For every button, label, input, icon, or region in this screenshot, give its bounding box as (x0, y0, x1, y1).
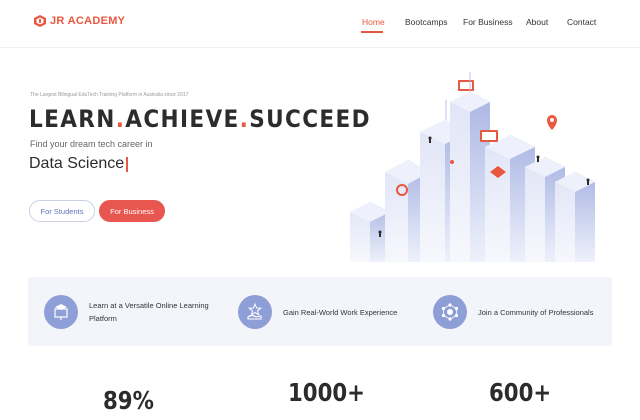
headline-dot: . (239, 105, 250, 133)
hand-star-icon (238, 295, 272, 329)
hero-headline: LEARN.ACHIEVE.SUCCEED (29, 105, 371, 133)
for-business-button[interactable]: For Business (99, 200, 165, 222)
feature-label: Learn at a Versatile Online Learning Pla… (89, 301, 209, 323)
logo-icon (34, 15, 46, 27)
hero-subline: Find your dream tech career in (30, 139, 153, 149)
site-header: JR ACADEMY Home Bootcamps For Business A… (0, 0, 640, 48)
typing-cursor (126, 156, 129, 172)
hero-city-illustration (350, 72, 595, 262)
features-strip: Learn at a Versatile Online Learning Pla… (28, 277, 612, 346)
stat-value: 89% (103, 386, 154, 415)
community-network-icon (433, 295, 467, 329)
graduation-board-icon (44, 295, 78, 329)
nav-contact[interactable]: Contact (567, 17, 596, 27)
headline-word-achieve: ACHIEVE (125, 105, 240, 133)
nav-for-business[interactable]: For Business (463, 17, 513, 27)
nav-active-underline (361, 31, 383, 33)
feature-item: Gain Real-World Work Experience (238, 291, 397, 333)
feature-item: Join a Community of Professionals (433, 291, 593, 333)
stat-value: 600+ (489, 378, 552, 407)
headline-word-learn: LEARN (29, 105, 116, 133)
nav-about[interactable]: About (526, 17, 548, 27)
nav-bootcamps[interactable]: Bootcamps (405, 17, 448, 27)
stat-value: 1000+ (288, 378, 365, 407)
feature-label: Gain Real-World Work Experience (283, 307, 398, 317)
typed-field-text: Data Science (29, 155, 125, 172)
logo-text: JR ACADEMY (50, 15, 126, 27)
feature-label: Join a Community of Professionals (478, 307, 594, 317)
hero-typed-field: Data Science (29, 155, 129, 173)
for-students-button[interactable]: For Students (29, 200, 95, 222)
hero-tagline: The Largest Bilingual EduTech Training P… (30, 92, 189, 98)
headline-dot: . (115, 105, 126, 133)
nav-home[interactable]: Home (362, 17, 385, 27)
feature-item: Learn at a Versatile Online Learning Pla… (44, 291, 229, 333)
logo[interactable]: JR ACADEMY (34, 15, 125, 27)
